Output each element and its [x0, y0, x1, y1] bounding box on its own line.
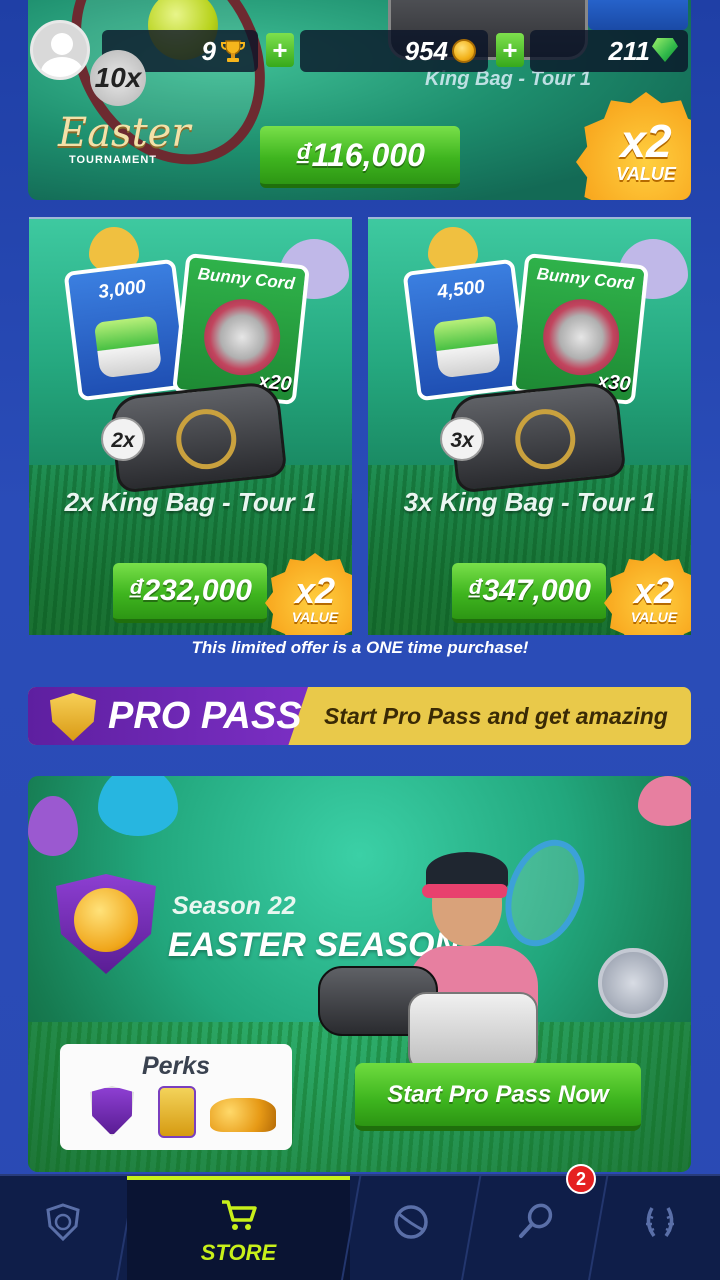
- bottom-nav: STORE: [0, 1174, 720, 1280]
- badge-label: VALUE: [291, 609, 339, 625]
- gem-bundle-card: 4,500: [402, 258, 530, 402]
- perk-coins-icon: [210, 1098, 276, 1132]
- avatar-body: [41, 57, 83, 77]
- badge-label: VALUE: [630, 609, 678, 625]
- avatar-head: [51, 33, 73, 55]
- bunny-cord-card: Bunny Cord x20: [172, 252, 310, 406]
- gem-count: 211: [608, 36, 650, 66]
- season-ball-emblem: [74, 888, 138, 952]
- limited-offer-note: This limited offer is a ONE time purchas…: [191, 638, 529, 657]
- gem-counter: 211: [530, 30, 688, 72]
- badge-multiplier: x2: [294, 570, 336, 611]
- easter-egg-decoration: [28, 796, 78, 856]
- perk-card-icon: [158, 1086, 196, 1138]
- bag-image: [408, 992, 538, 1072]
- trophy-icon: [221, 40, 245, 62]
- coin-counter: 954: [300, 30, 488, 72]
- offer-title: 2x King Bag - Tour 1: [64, 487, 317, 517]
- pro-pass-tagline: Start Pro Pass and get amazing perks!: [324, 703, 668, 729]
- pro-pass-label: PRO PASS: [108, 695, 302, 737]
- player-visor: [422, 884, 508, 898]
- gem-bundle-amount: 3,000: [97, 276, 147, 304]
- add-coins-button[interactable]: +: [496, 33, 524, 67]
- easter-egg-decoration: [98, 776, 178, 836]
- offer-card-3x[interactable]: 4,500 Bunny Cord x30 3x 3x King Bag - To…: [368, 217, 691, 635]
- bunny-cord-card: Bunny Cord x30: [511, 252, 649, 406]
- easter-logo-sub: TOURNAMENT: [68, 154, 157, 166]
- bag-count-bubble: 2x: [101, 417, 145, 461]
- cord-name: Bunny Cord: [196, 264, 296, 294]
- laurel-icon: [645, 1207, 674, 1238]
- offer-title: 3x King Bag - Tour 1: [403, 487, 656, 517]
- perks-title: Perks: [141, 1052, 211, 1080]
- tab-rankings[interactable]: [599, 1176, 720, 1280]
- cart-icon: [221, 1200, 257, 1230]
- season-number: Season 22: [172, 892, 296, 920]
- avatar[interactable]: [30, 20, 90, 80]
- store-label: STORE: [200, 1240, 277, 1265]
- value-badge: x2 VALUE: [576, 92, 691, 200]
- tab-store[interactable]: STORE: [127, 1176, 350, 1280]
- season-shield-icon: [56, 874, 156, 974]
- season-pass-card: Season 22 EASTER SEASON Perks Start Pro …: [28, 776, 691, 1172]
- bunny-cord-icon: [539, 295, 623, 379]
- offer-buy-button[interactable]: ₫232,000: [113, 563, 267, 623]
- player-level-badge: 10x: [90, 50, 146, 106]
- gem-icon: [652, 38, 678, 62]
- add-trophies-button[interactable]: +: [266, 33, 294, 67]
- easter-egg-decoration: [638, 776, 691, 826]
- gem-bundle-card: 3,000: [63, 258, 191, 402]
- cord-name: Bunny Cord: [535, 264, 635, 294]
- ball-icon: [394, 1205, 428, 1239]
- bag-count-bubble: 3x: [440, 417, 484, 461]
- bunny-cord-icon: [200, 295, 284, 379]
- perks-box: Perks: [60, 1044, 292, 1150]
- coin-icon: [452, 39, 476, 63]
- badge-label: VALUE: [616, 164, 676, 184]
- badge-multiplier: x2: [620, 115, 672, 167]
- gem-card-image: [588, 0, 688, 30]
- hero-buy-button[interactable]: ₫116,000: [260, 126, 460, 188]
- tab-club[interactable]: [0, 1176, 125, 1280]
- perk-shield-icon: [90, 1086, 134, 1136]
- easter-tournament-logo: Easter TOURNAMENT: [58, 110, 191, 166]
- club-icon: [45, 1203, 80, 1242]
- coin-count: 954: [404, 36, 448, 66]
- gem-pile-icon: [93, 315, 163, 379]
- pro-pass-banner[interactable]: PRO PASS Start Pro Pass and get amazing …: [28, 687, 691, 745]
- grip-badge-image: [598, 948, 668, 1018]
- easter-logo-word: Easter: [58, 110, 191, 156]
- offer-buy-button[interactable]: ₫347,000: [452, 563, 606, 623]
- gem-bundle-amount: 4,500: [436, 276, 486, 304]
- notification-badge: 2: [566, 1164, 596, 1194]
- start-pro-pass-button[interactable]: Start Pro Pass Now: [355, 1063, 641, 1131]
- offer-card-2x[interactable]: 3,000 Bunny Cord x20 2x 2x King Bag - To…: [29, 217, 352, 635]
- gem-pile-icon: [432, 315, 502, 379]
- badge-multiplier: x2: [633, 570, 675, 611]
- tab-play[interactable]: [352, 1176, 470, 1280]
- racket-icon: [518, 1203, 552, 1238]
